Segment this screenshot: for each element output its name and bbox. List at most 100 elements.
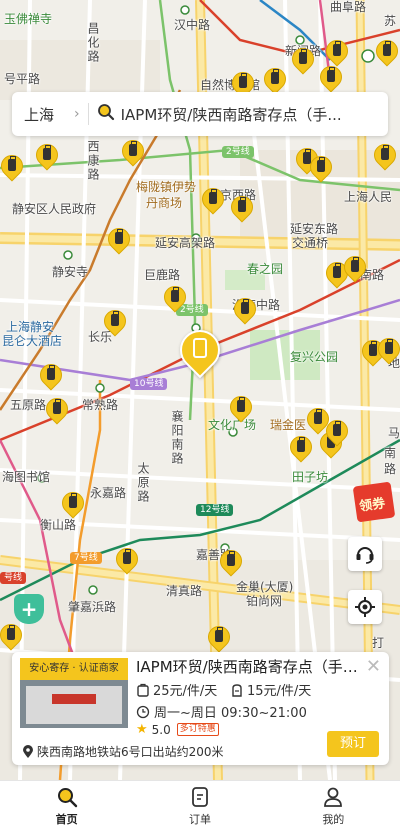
map-label: 玉佛禅寺 (4, 12, 53, 26)
tab-profile[interactable]: 我的 (267, 781, 400, 832)
city-selector[interactable]: 上海 (12, 104, 74, 125)
tab-home[interactable]: 首页 (0, 781, 133, 832)
headset-icon (356, 547, 374, 564)
price-large-label: 15元/件/天 (247, 684, 312, 699)
price-large-bag: 15元/件/天 (230, 680, 311, 699)
selected-storage-pin[interactable] (171, 321, 229, 386)
storage-pin[interactable] (57, 487, 89, 519)
discount-badge: 多订特惠 (176, 723, 219, 736)
storage-pin[interactable] (35, 359, 67, 391)
map-label: 号平路 (4, 72, 41, 86)
storage-pin[interactable] (226, 191, 258, 223)
map-label: 肇嘉浜路 (68, 600, 117, 614)
map-label: 清真路 (166, 584, 203, 598)
map-label: 常熟路 (82, 398, 119, 412)
profile-icon (324, 787, 343, 807)
coupon-button[interactable]: 领券 (351, 476, 397, 524)
address-label: 陕西南路地铁站6号口出站约200米 (37, 745, 224, 759)
storage-pin[interactable] (0, 150, 28, 182)
search-bar[interactable]: 上海 › IAPM环贸/陕西南路寄存点（手... (12, 92, 388, 136)
metro-line-tag: 7号线 (70, 552, 102, 564)
orders-icon (192, 787, 208, 807)
backpack-icon (232, 683, 242, 697)
location-marker-icon (23, 744, 33, 758)
storage-pin[interactable] (321, 415, 353, 447)
storage-pin[interactable] (287, 43, 319, 75)
storage-pin[interactable] (99, 305, 131, 337)
storage-pin[interactable] (103, 223, 135, 255)
opening-hours: 周一~周日 09:30~21:00 (136, 702, 307, 721)
storage-pin[interactable] (41, 393, 73, 425)
storage-pin[interactable] (203, 621, 235, 653)
customer-service-button[interactable] (348, 537, 382, 571)
metro-line-tag: 10号线 (130, 378, 168, 390)
map-label: 路 (384, 462, 397, 476)
star-icon: ★ (136, 722, 148, 737)
storage-pin[interactable] (111, 543, 143, 575)
map-label: 春之园 (247, 262, 284, 276)
storage-pin[interactable] (371, 35, 400, 67)
storage-pin[interactable] (31, 139, 63, 171)
tab-label: 订单 (188, 813, 211, 826)
storage-pin[interactable] (315, 61, 347, 93)
storage-pin[interactable] (229, 293, 261, 325)
map-label: 延安东路 (290, 222, 339, 236)
metro-line-tag: 号线 (0, 572, 27, 584)
storage-pin[interactable] (159, 281, 191, 313)
small-luggage-icon (137, 683, 149, 697)
map-label: 马 (388, 426, 400, 440)
storage-pin[interactable] (305, 151, 337, 183)
location-card[interactable]: 安心寄存 · 认证商家 IAPM环贸/陕西南路寄存点（手机... ✕ 25元/件… (12, 652, 389, 765)
metro-line-tag: 12号线 (196, 504, 234, 516)
storage-pin[interactable] (285, 431, 317, 463)
book-button[interactable]: 预订 (327, 731, 379, 757)
storage-pin[interactable] (0, 619, 27, 651)
map-label: 金巢(大厦) (236, 580, 294, 594)
map-label: 汉中路 (174, 18, 211, 32)
map-label: 西康路 (86, 140, 100, 182)
rating-value: 5.0 (151, 722, 171, 737)
location-title[interactable]: IAPM环贸/陕西南路寄存点（手机... (136, 656, 364, 677)
map-label: 巨鹿路 (144, 268, 181, 282)
insurance-shield-icon[interactable]: + (14, 594, 44, 624)
search-icon (97, 103, 115, 125)
map-label: 衡山路 (40, 518, 77, 532)
map-label: 上海人民 (344, 190, 393, 204)
metro-line-tag: 2号线 (222, 146, 254, 158)
bottom-tab-bar: 首页 订单 我的 (0, 780, 400, 832)
tab-label: 首页 (55, 813, 78, 826)
tab-orders[interactable]: 订单 (133, 781, 266, 832)
price-small-label: 25元/件/天 (153, 684, 218, 699)
map-label: 太原路 (136, 462, 150, 504)
tab-label: 我的 (322, 813, 345, 826)
divider (87, 103, 89, 125)
search-icon (57, 788, 77, 808)
rating: ★ 5.0 多订特惠 (136, 722, 219, 737)
map-label: 延安高架路 (155, 236, 216, 250)
clock-icon (136, 705, 150, 718)
map-label: 静安区人民政府 (12, 202, 97, 216)
storage-pin[interactable] (225, 391, 257, 423)
map-label: 永嘉路 (90, 486, 127, 500)
close-icon[interactable]: ✕ (366, 656, 381, 677)
storage-pin[interactable] (321, 35, 353, 67)
storage-pin[interactable] (369, 139, 400, 171)
map-label: 南 (384, 446, 397, 460)
search-input[interactable]: IAPM环贸/陕西南路寄存点（手... (121, 104, 376, 125)
map-label: 襄阳南路 (170, 410, 184, 466)
storage-pin[interactable] (339, 251, 371, 283)
storage-pin[interactable] (197, 183, 229, 215)
storage-pin[interactable] (259, 63, 291, 95)
storage-pin[interactable] (215, 545, 247, 577)
map-label: 打 (372, 636, 385, 650)
storage-pin[interactable] (117, 135, 149, 167)
map-label: 昌化路 (86, 22, 100, 64)
chevron-right-icon: › (74, 106, 80, 122)
address: 陕西南路地铁站6号口出站约200米 (22, 743, 224, 760)
map-label: 海图书馆 (2, 470, 51, 484)
map-label: 上海静安 (6, 320, 55, 334)
locate-me-button[interactable] (348, 590, 382, 624)
map-label: 静安寺 (52, 265, 89, 279)
map-label: 梅陇镇伊势 (136, 180, 197, 194)
storage-pin[interactable] (373, 333, 400, 365)
